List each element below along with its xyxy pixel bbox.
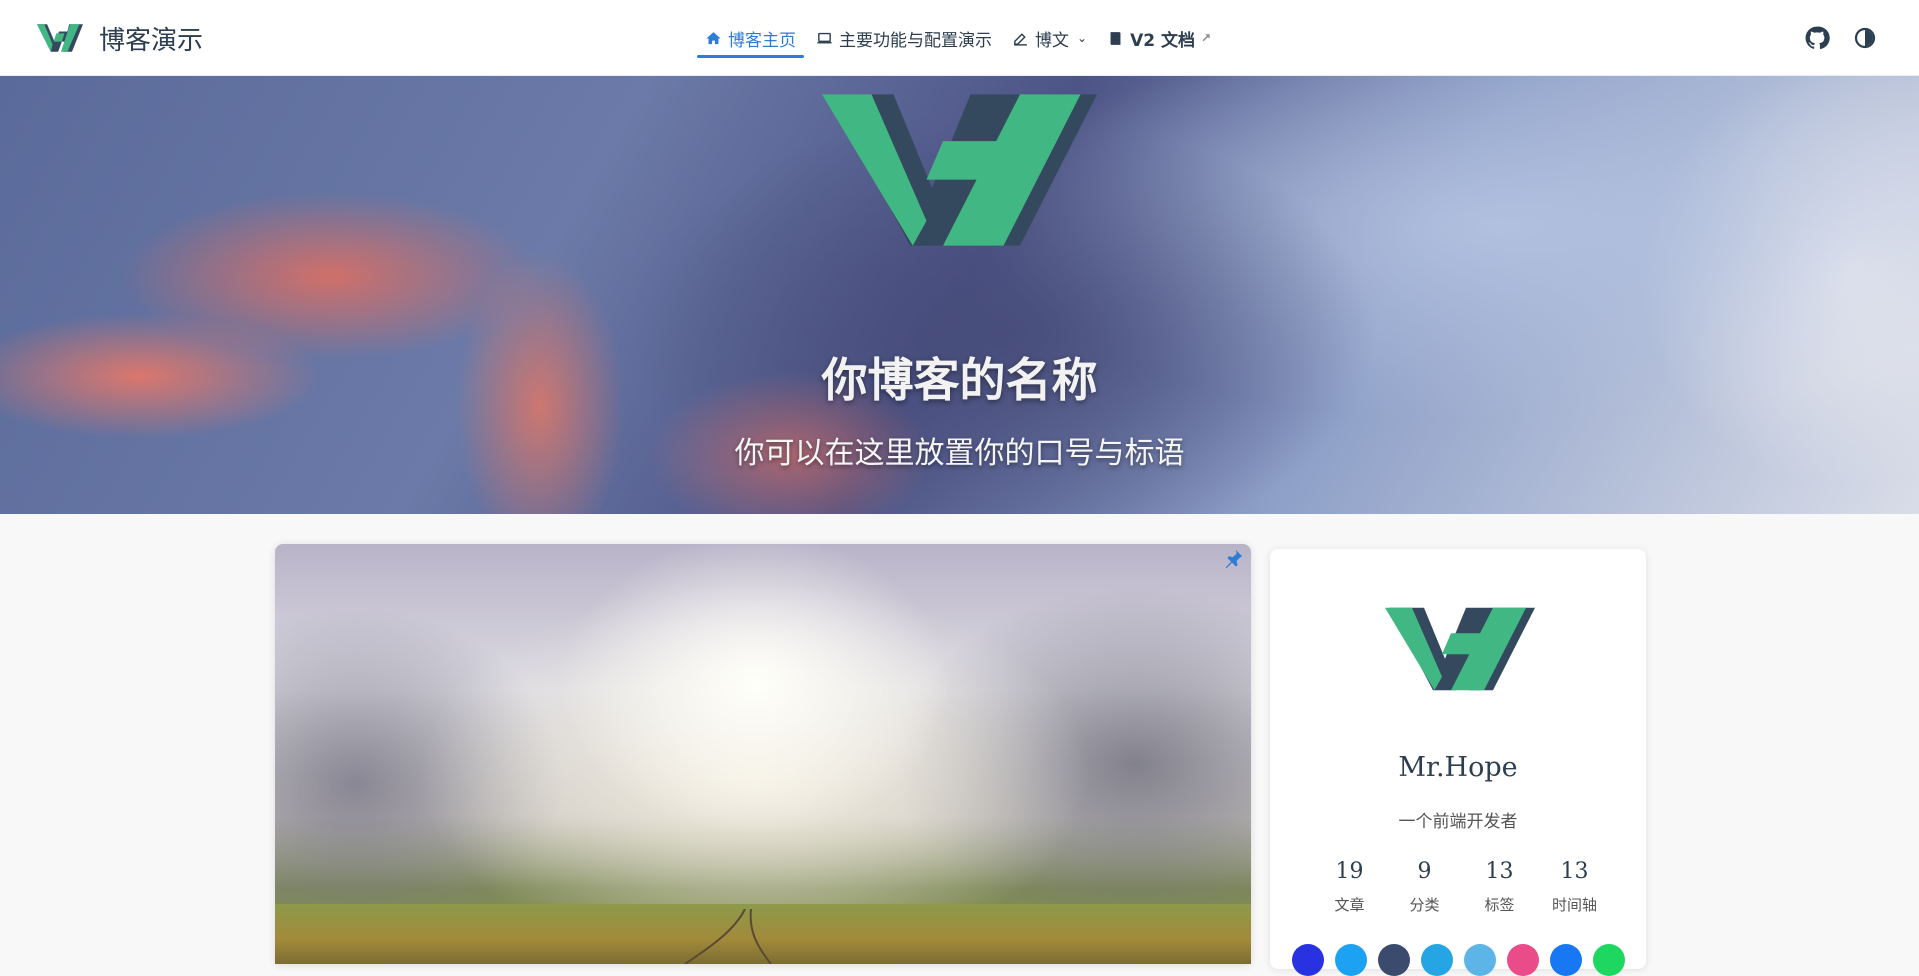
external-link-icon: ↗ bbox=[1200, 31, 1212, 45]
social-link-icon[interactable] bbox=[1421, 944, 1453, 976]
blogger-name: Mr.Hope bbox=[1398, 752, 1518, 783]
sticky-pin-icon bbox=[1225, 549, 1243, 569]
railway-track-graphic bbox=[684, 909, 772, 964]
social-link-icon[interactable] bbox=[1378, 944, 1410, 976]
social-link-icon[interactable] bbox=[1550, 944, 1582, 976]
nav-item-label: 博客主页 bbox=[728, 30, 796, 51]
nav-item-blog-home[interactable]: 博客主页 bbox=[695, 0, 806, 76]
hero-banner: 你博客的名称 你可以在这里放置你的口号与标语 bbox=[0, 76, 1919, 514]
avatar bbox=[1385, 607, 1535, 691]
social-link-icon[interactable] bbox=[1335, 944, 1367, 976]
social-link-icon[interactable] bbox=[1464, 944, 1496, 976]
chevron-down-icon: ⌄ bbox=[1077, 31, 1088, 45]
vuepress-hope-logo-icon bbox=[37, 24, 83, 52]
stat-value: 13 bbox=[1485, 859, 1514, 884]
social-link-icon[interactable] bbox=[1292, 944, 1324, 976]
nav-item-label: 主要功能与配置演示 bbox=[839, 30, 992, 51]
theme-toggle-button[interactable] bbox=[1851, 24, 1879, 52]
nav-item-label: 博文 bbox=[1035, 30, 1069, 51]
laptop-icon bbox=[817, 32, 832, 43]
stat-timeline[interactable]: 13 时间轴 bbox=[1537, 859, 1612, 915]
stat-label: 标签 bbox=[1484, 896, 1515, 914]
brand-link[interactable]: 博客演示 bbox=[37, 0, 203, 76]
stat-value: 9 bbox=[1417, 859, 1432, 884]
navbar: 博客演示 博客主页 主要功能与配置演示 博文 ⌄ V2 文档 ↗ bbox=[0, 0, 1919, 76]
stat-categories[interactable]: 9 分类 bbox=[1387, 859, 1462, 915]
social-link-icon[interactable] bbox=[1507, 944, 1539, 976]
blogger-description: 一个前端开发者 bbox=[1398, 812, 1518, 832]
hero-subtitle: 你可以在这里放置你的口号与标语 bbox=[734, 436, 1185, 471]
nav-links: 博客主页 主要功能与配置演示 博文 ⌄ V2 文档 ↗ bbox=[695, 0, 1221, 76]
hero-title: 你博客的名称 bbox=[821, 353, 1098, 407]
theme-toggle-icon bbox=[1854, 27, 1876, 49]
stat-label: 时间轴 bbox=[1551, 896, 1597, 914]
brand-title: 博客演示 bbox=[99, 25, 204, 56]
github-link[interactable] bbox=[1803, 24, 1831, 52]
nav-item-label: V2 文档 bbox=[1130, 30, 1195, 51]
hero-logo-icon bbox=[822, 94, 1097, 246]
stat-articles[interactable]: 19 文章 bbox=[1312, 859, 1387, 915]
book-icon bbox=[1110, 31, 1121, 45]
article-card[interactable] bbox=[275, 544, 1251, 964]
blog-stats: 19 文章 9 分类 13 标签 13 时间轴 bbox=[1312, 859, 1612, 915]
edit-icon bbox=[1014, 32, 1027, 46]
social-link-icon[interactable] bbox=[1593, 944, 1625, 976]
stat-label: 文章 bbox=[1334, 896, 1365, 914]
stat-tags[interactable]: 13 标签 bbox=[1462, 859, 1537, 915]
stat-label: 分类 bbox=[1409, 896, 1440, 914]
stat-value: 19 bbox=[1335, 859, 1364, 884]
stat-value: 13 bbox=[1560, 859, 1589, 884]
nav-item-features[interactable]: 主要功能与配置演示 bbox=[806, 0, 1002, 76]
nav-actions bbox=[1803, 0, 1879, 76]
nav-item-posts-dropdown[interactable]: 博文 ⌄ bbox=[1002, 0, 1097, 76]
home-icon bbox=[706, 31, 721, 44]
github-icon bbox=[1805, 26, 1830, 50]
social-media-links bbox=[1292, 944, 1625, 976]
nav-item-v2-docs[interactable]: V2 文档 ↗ bbox=[1097, 0, 1221, 76]
blogger-info-card: Mr.Hope 一个前端开发者 19 文章 9 分类 13 标签 13 时间轴 bbox=[1270, 549, 1646, 976]
